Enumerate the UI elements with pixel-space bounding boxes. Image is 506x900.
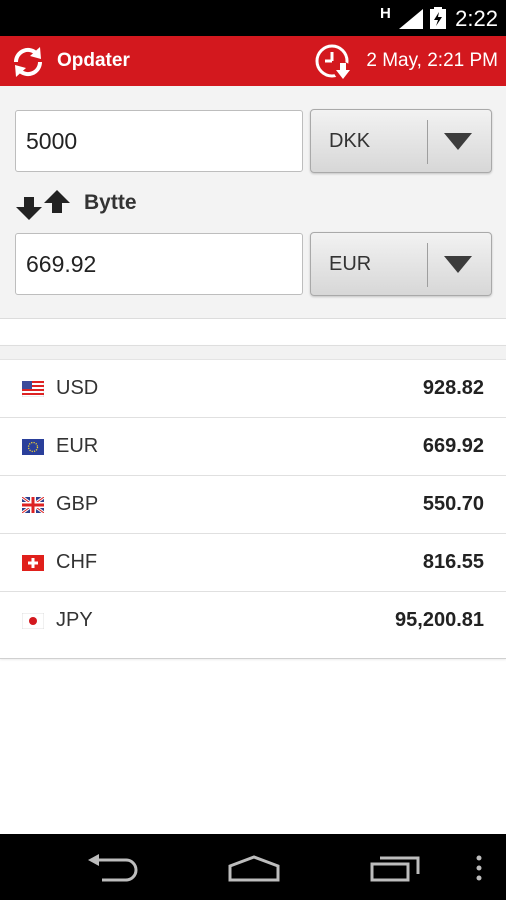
clock-download-icon [315,44,352,80]
clock: 2:22 [455,6,498,31]
swap-label: Bytte [84,191,137,214]
navigation-bar [0,834,506,900]
currency-code: EUR [56,435,99,457]
rate-row-usd[interactable]: USD 928.82 [0,360,506,418]
overflow-menu-icon[interactable] [473,854,485,882]
rates-list-header [0,346,506,360]
dropdown-divider [427,120,428,164]
currency-code: GBP [56,493,99,515]
network-type: H [380,5,391,22]
to-currency-code: EUR [329,253,372,275]
rates-list: USD 928.82 EUR 669.92 GBP 550.70 CHF 816… [0,345,506,659]
from-amount-input[interactable]: 5000 [15,110,303,172]
currency-code: USD [56,377,99,399]
japan-flag-icon [22,613,44,629]
battery-icon [430,7,446,29]
converted-value: 95,200.81 [395,609,484,631]
last-update-time: 2 May, 2:21 PM [366,50,498,71]
status-bar: H 2:22 [0,0,506,36]
rate-row-gbp[interactable]: GBP 550.70 [0,476,506,534]
swap-arrows-icon [16,190,70,220]
dropdown-divider [427,243,428,287]
currency-code: JPY [56,609,93,631]
converted-value: 928.82 [422,377,484,399]
currency-code: CHF [56,551,98,573]
to-currency-select[interactable]: EUR [310,232,492,296]
converter-panel: 5000 DKK Bytte 669.92 EUR [0,86,506,319]
home-icon[interactable] [226,854,282,882]
converted-value: 816.55 [422,551,484,573]
rate-row-eur[interactable]: EUR 669.92 [0,418,506,476]
back-icon[interactable] [86,854,138,882]
rate-row-jpy[interactable]: JPY 95,200.81 [0,592,506,649]
swiss-flag-icon [22,555,44,571]
app-bar: Opdater 2 May, 2:21 PM [0,36,506,86]
us-flag-icon [22,381,44,397]
refresh-icon[interactable] [10,44,46,80]
uk-flag-icon [22,497,44,513]
from-currency-code: DKK [329,130,371,152]
converted-value: 550.70 [422,493,484,515]
refresh-button[interactable]: Opdater [57,50,130,72]
to-amount-input[interactable]: 669.92 [15,233,303,295]
converted-value: 669.92 [422,435,484,457]
signal-icon [399,9,423,29]
eu-flag-icon [22,439,44,455]
dropdown-arrow-icon [444,256,472,273]
from-currency-select[interactable]: DKK [310,109,492,173]
rate-row-chf[interactable]: CHF 816.55 [0,534,506,592]
dropdown-arrow-icon [444,133,472,150]
recent-apps-icon[interactable] [370,854,422,882]
